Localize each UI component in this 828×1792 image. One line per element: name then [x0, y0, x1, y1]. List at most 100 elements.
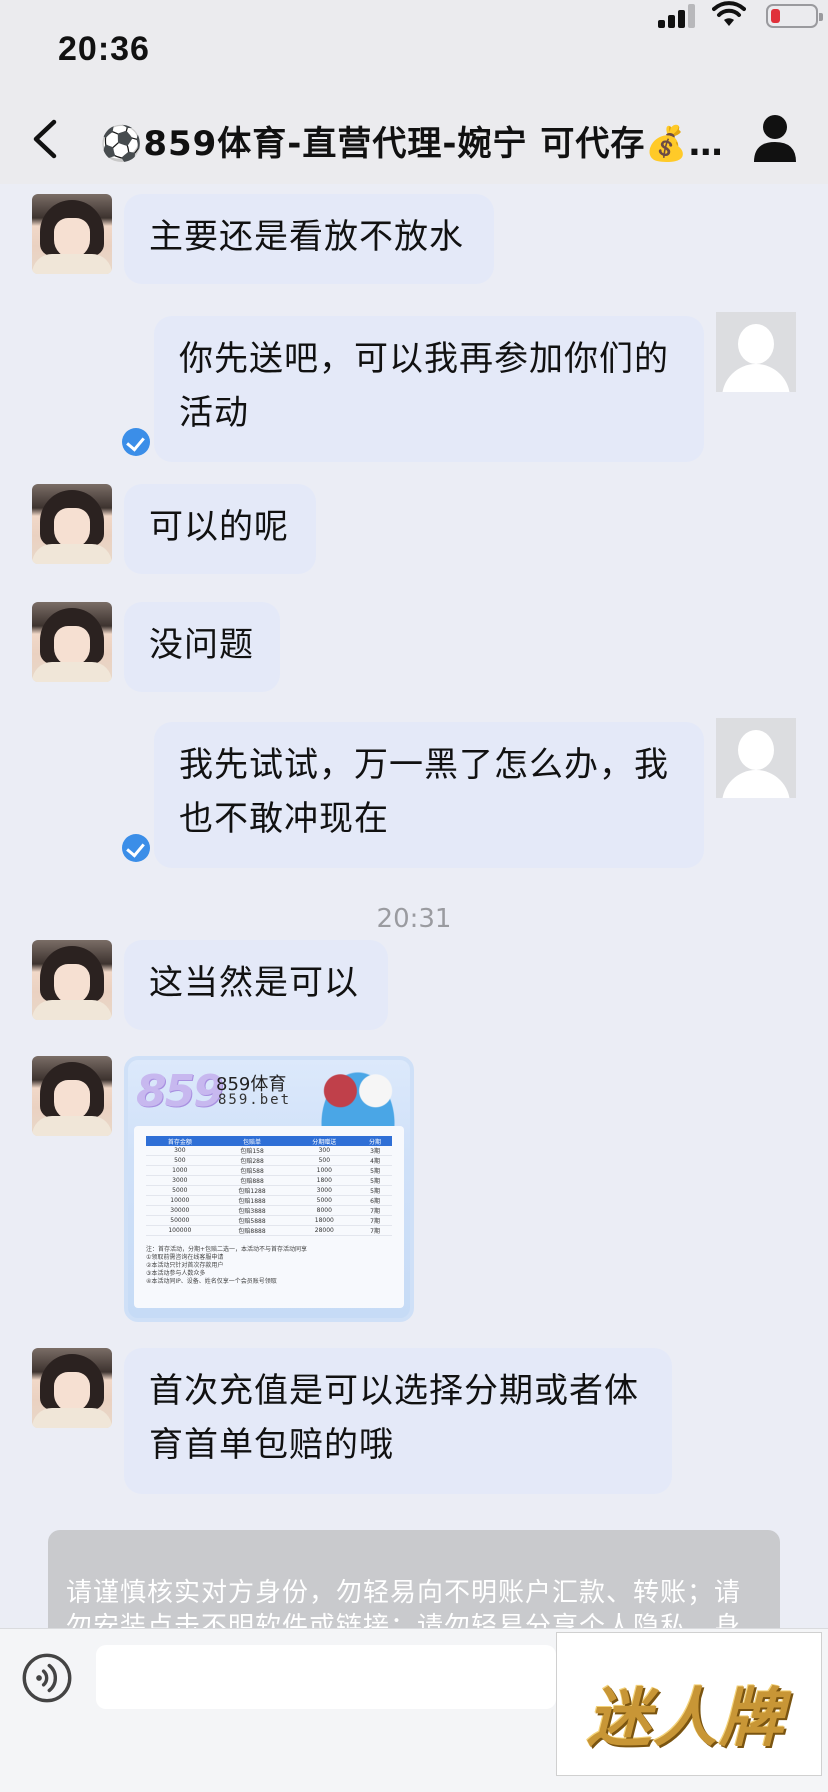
promo-table-cell: 300: [290, 1146, 359, 1156]
promo-table-cell: 包赔1288: [213, 1185, 291, 1196]
promo-table-cell: 500: [290, 1155, 359, 1166]
my-avatar[interactable]: [716, 312, 796, 392]
message-text: 没问题: [149, 625, 254, 665]
back-icon[interactable]: [22, 114, 72, 164]
promo-table-cell: 3000: [290, 1185, 359, 1196]
message-bubble[interactable]: 你先送吧，可以我再参加你们的 活动: [154, 316, 704, 462]
promo-players-graphic: [314, 1062, 402, 1134]
promo-table-cell: 5期: [358, 1175, 392, 1186]
promo-note-line: ②本活动只针对首次存款用户: [146, 1262, 224, 1269]
message-bubble[interactable]: 主要还是看放不放水: [124, 194, 494, 284]
contact-avatar[interactable]: [32, 1056, 112, 1136]
promo-table-row: 50000 包赔5888 18000 7期: [146, 1215, 392, 1226]
message-text-line: 也不敢冲现在: [179, 799, 389, 839]
message-input[interactable]: [96, 1645, 556, 1709]
contact-avatar[interactable]: [32, 484, 112, 564]
promo-table-cell: 3000: [146, 1175, 214, 1186]
message-list[interactable]: 主要还是看放不放水 你先送吧，可以我再参加你们的 活动 可以的呢 没问题 我先试…: [0, 184, 828, 1628]
promo-table-cell: 5期: [358, 1165, 392, 1176]
promo-table-cell: 300: [146, 1146, 214, 1156]
contact-avatar[interactable]: [32, 194, 112, 274]
safety-warning-banner: 请谨慎核实对方身份，勿轻易向不明账户汇款、转账；请 勿安装点击不明软件或链接；请…: [48, 1530, 780, 1640]
promo-table-cell: 包赔588: [213, 1165, 291, 1176]
promo-image-message[interactable]: 859 859体育 859.bet 首存金额 包赔单 分期赠送 分期 300 包赔…: [124, 1056, 414, 1322]
promo-table-cell: 7期: [358, 1215, 392, 1226]
my-avatar[interactable]: [716, 718, 796, 798]
watermark-text: 迷人牌: [587, 1682, 785, 1756]
message-text-line: 你先送吧，可以我再参加你们的: [179, 339, 669, 379]
status-bar: 20:36: [0, 0, 828, 96]
promo-table-cell: 500: [146, 1155, 214, 1166]
contact-avatar[interactable]: [32, 602, 112, 682]
promo-table-cell: 50000: [146, 1215, 214, 1226]
promo-table-row: 500 包赔288 500 4期: [146, 1155, 392, 1166]
promo-table-cell: 1800: [290, 1175, 359, 1186]
promo-table-cell: 7期: [358, 1205, 392, 1216]
promo-table-cell: 10000: [146, 1195, 214, 1206]
promo-table-cell: 28000: [290, 1225, 359, 1236]
warning-line: 请谨慎核实对方身份，勿轻易向不明账户汇款、转账；请: [66, 1578, 742, 1608]
promo-table-cell: 100000: [146, 1225, 214, 1236]
promo-table-cell: 7期: [358, 1225, 392, 1236]
promo-table-row: 10000 包赔1888 5000 6期: [146, 1195, 392, 1206]
promo-url: 859.bet: [218, 1092, 292, 1108]
promo-table-cell: 5期: [358, 1185, 392, 1196]
message-text-line: 首次充值是可以选择分期或者体: [149, 1371, 639, 1411]
contact-avatar[interactable]: [32, 1348, 112, 1428]
voice-input-icon[interactable]: [22, 1653, 72, 1703]
promo-table-sheet: 首存金额 包赔单 分期赠送 分期 300 包赔158 300 3期 500 包赔288 50…: [134, 1126, 404, 1308]
message-bubble[interactable]: 首次充值是可以选择分期或者体 育首单包赔的哦: [124, 1348, 672, 1494]
promo-table-cell: 6期: [358, 1195, 392, 1206]
promo-table-row: 30000 包赔3888 8000 7期: [146, 1205, 392, 1216]
promo-note-line: ③本活动参与人数众多: [146, 1270, 206, 1277]
promo-col-header: 分期: [358, 1136, 392, 1146]
message-text: 可以的呢: [149, 507, 289, 547]
promo-col-header: 分期赠送: [290, 1136, 359, 1146]
promo-table-row: 5000 包赔1288 3000 5期: [146, 1185, 392, 1196]
promo-table-cell: 包赔288: [213, 1155, 291, 1166]
read-check-icon: [122, 834, 150, 862]
promo-table-cell: 包赔1888: [213, 1195, 291, 1206]
promo-table-cell: 包赔3888: [213, 1205, 291, 1216]
message-bubble[interactable]: 没问题: [124, 602, 280, 692]
promo-table-cell: 包赔158: [213, 1146, 291, 1156]
battery-icon: [766, 4, 823, 28]
chat-header: ⚽859体育-直营代理-婉宁 可代存💰…: [0, 96, 828, 184]
message-bubble[interactable]: 可以的呢: [124, 484, 316, 574]
message-text: 主要还是看放不放水: [149, 217, 464, 257]
promo-col-header: 首存金额: [146, 1136, 214, 1146]
promo-table-cell: 30000: [146, 1205, 214, 1216]
message-text-line: 育首单包赔的哦: [149, 1425, 394, 1465]
promo-table-cell: 1000: [146, 1165, 214, 1176]
contact-avatar[interactable]: [32, 940, 112, 1020]
promo-table-row: 100000 包赔8888 28000 7期: [146, 1225, 392, 1236]
message-bubble[interactable]: 我先试试，万一黑了怎么办，我 也不敢冲现在: [154, 722, 704, 868]
promo-table-row: 1000 包赔588 1000 5期: [146, 1165, 392, 1176]
promo-note-line: ①领取前需咨询在线客服申请: [146, 1254, 224, 1261]
watermark-logo: 迷人牌: [556, 1632, 822, 1776]
promo-table-cell: 4期: [358, 1155, 392, 1166]
chat-title: ⚽859体育-直营代理-婉宁 可代存💰…: [100, 124, 720, 164]
promo-table-cell: 8000: [290, 1205, 359, 1216]
promo-table-cell: 18000: [290, 1215, 359, 1226]
message-bubble[interactable]: 这当然是可以: [124, 940, 388, 1030]
wifi-icon: [712, 1, 746, 26]
message-text: 这当然是可以: [149, 963, 359, 1003]
promo-table-cell: 1000: [290, 1165, 359, 1176]
promo-table-row: 300 包赔158 300 3期: [146, 1146, 392, 1156]
message-text-line: 我先试试，万一黑了怎么办，我: [179, 745, 669, 785]
promo-col-header: 包赔单: [213, 1136, 291, 1146]
promo-table-row: 3000 包赔888 1800 5期: [146, 1175, 392, 1186]
promo-table-cell: 包赔5888: [213, 1215, 291, 1226]
promo-logo: 859: [136, 1066, 224, 1117]
promo-table-cell: 5000: [146, 1185, 214, 1196]
promo-notes: 注：首存活动，分期+包赔二选一，本活动不与首存活动同享 ①领取前需咨询在线客服申请…: [146, 1246, 392, 1286]
promo-table-cell: 5000: [290, 1195, 359, 1206]
profile-icon[interactable]: [750, 112, 800, 166]
promo-table-cell: 3期: [358, 1146, 392, 1156]
status-time: 20:36: [58, 30, 150, 68]
message-text-line: 活动: [179, 393, 249, 433]
promo-table-cell: 包赔888: [213, 1175, 291, 1186]
message-timestamp: 20:31: [376, 904, 452, 934]
promo-table-cell: 包赔8888: [213, 1225, 291, 1236]
